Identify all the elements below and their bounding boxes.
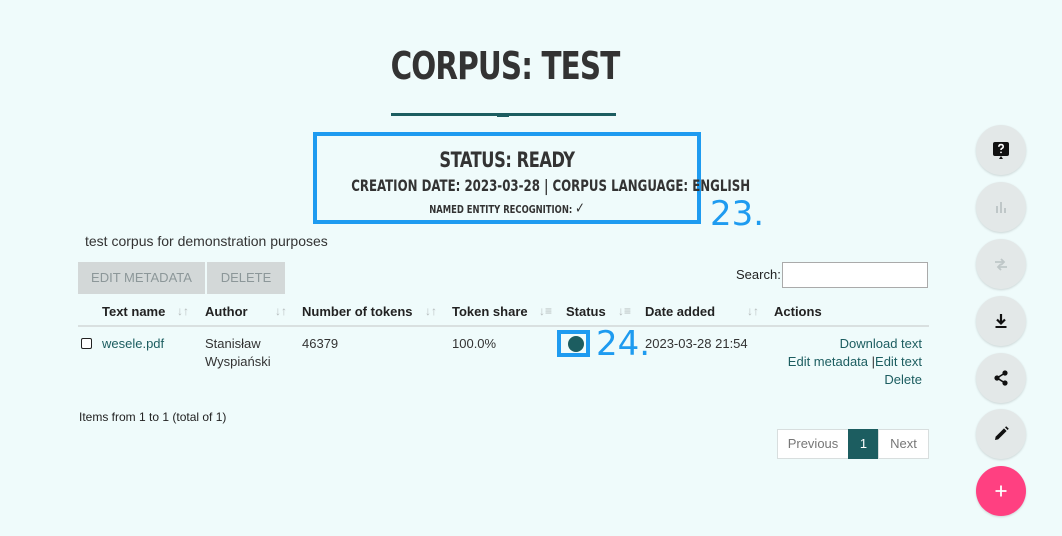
next-page-button[interactable]: Next — [878, 429, 929, 459]
download-text-link[interactable]: Download text — [840, 336, 922, 351]
share-button[interactable] — [976, 353, 1026, 403]
sort-icon[interactable]: ↓≡ — [618, 304, 631, 318]
download-icon — [995, 314, 1007, 328]
title-underline-mark — [497, 116, 509, 117]
share-icon — [994, 370, 1008, 386]
edit-button[interactable] — [976, 409, 1026, 459]
edit-metadata-link[interactable]: Edit metadata — [788, 354, 868, 369]
page-title: CORPUS: TEST — [390, 44, 621, 88]
edit-text-link[interactable]: Edit text — [875, 354, 922, 369]
sort-icon[interactable]: ↓↑ — [747, 304, 759, 318]
actions-cell: Download text Edit metadata |Edit text D… — [760, 335, 922, 389]
items-info: Items from 1 to 1 (total of 1) — [79, 410, 227, 424]
token-share-cell: 100.0% — [452, 336, 497, 351]
corpus-status: STATUS: READY — [439, 148, 575, 172]
search-label: Search: — [736, 267, 781, 282]
author-last-name: Wyspiański — [205, 354, 271, 369]
column-header-date-added[interactable]: Date added — [645, 304, 715, 319]
author-first-name: Stanisław — [205, 336, 261, 351]
edit-icon — [995, 426, 1009, 440]
sort-icon[interactable]: ↓↑ — [177, 304, 189, 318]
date-added-cell: 2023-03-28 21:54 — [645, 336, 748, 351]
sort-icon[interactable]: ↓↑ — [425, 304, 437, 318]
previous-page-button[interactable]: Previous — [777, 429, 849, 459]
help-button[interactable] — [976, 125, 1026, 175]
compare-icon — [995, 258, 1007, 271]
status-ready-icon — [568, 336, 584, 352]
download-button[interactable] — [976, 296, 1026, 346]
text-name-link[interactable]: wesele.pdf — [102, 335, 164, 353]
edit-metadata-button[interactable]: EDIT METADATA — [78, 262, 205, 294]
search-input[interactable] — [782, 262, 928, 288]
column-header-number-of-tokens[interactable]: Number of tokens — [302, 304, 413, 319]
row-select-checkbox[interactable] — [81, 338, 92, 349]
token-count-cell: 46379 — [302, 336, 339, 351]
sort-icon[interactable]: ↓↑ — [275, 304, 287, 318]
compare-button[interactable] — [976, 239, 1026, 289]
check-icon: ✓ — [575, 199, 585, 217]
delete-text-link[interactable]: Delete — [884, 372, 922, 387]
ner-label: NAMED ENTITY RECOGNITION: — [429, 203, 573, 216]
page-1-button[interactable]: 1 — [848, 429, 879, 459]
corpus-status-panel: STATUS: READY CREATION DATE: 2023-03-28 … — [313, 132, 751, 224]
table-header-divider — [78, 325, 929, 327]
sort-icon[interactable]: ↓≡ — [539, 304, 552, 318]
delete-button[interactable]: DELETE — [207, 262, 285, 294]
corpus-creation-info: CREATION DATE: 2023-03-28 | CORPUS LANGU… — [351, 176, 751, 195]
column-header-author[interactable]: Author — [205, 304, 248, 319]
status-indicator-highlight — [557, 330, 590, 357]
add-button[interactable] — [976, 466, 1026, 516]
annotation-label-24: 24. — [596, 324, 651, 364]
column-header-token-share[interactable]: Token share — [452, 304, 528, 319]
plus-icon — [995, 485, 1007, 497]
column-header-status[interactable]: Status — [566, 304, 606, 319]
help-icon — [993, 142, 1009, 159]
ner-indicator: NAMED ENTITY RECOGNITION: ✓ — [346, 199, 669, 217]
column-header-actions: Actions — [774, 304, 822, 319]
author-cell: Stanisław Wyspiański — [205, 335, 271, 371]
column-header-text-name[interactable]: Text name — [102, 304, 165, 319]
corpus-description: test corpus for demonstration purposes — [85, 233, 328, 249]
annotation-label-23: 23. — [710, 194, 765, 234]
statistics-button[interactable] — [976, 182, 1026, 232]
bar-chart-icon — [996, 202, 1006, 213]
